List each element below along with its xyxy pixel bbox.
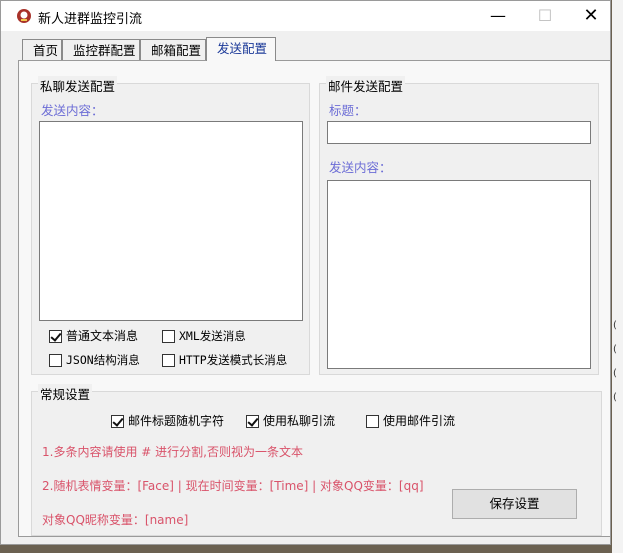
desktop-tick: ( — [613, 392, 617, 403]
title-bar[interactable]: 新人进群监控引流 — ☐ ✕ — [1, 1, 610, 31]
tab-label: 首页 — [33, 43, 59, 58]
tab-monitor-groups[interactable]: 监控群配置 — [62, 39, 140, 60]
checkbox-box — [162, 330, 175, 343]
checkbox-box — [246, 415, 259, 428]
tab-mailbox[interactable]: 邮箱配置 — [140, 39, 206, 60]
hint-variables: 2.随机表情变量：[Face] | 现在时间变量：[Time] | 对象QQ变量… — [42, 479, 424, 493]
checkbox-label: 邮件标题随机字符 — [128, 414, 225, 428]
private-msg-group: 私聊发送配置 发送内容： 普通文本消息 XML发送消息 JSON结构消息 HTT… — [31, 76, 310, 375]
maximize-button[interactable]: ☐ — [522, 1, 568, 31]
minimize-button[interactable]: — — [475, 1, 521, 31]
email-content-label: 发送内容： — [329, 160, 392, 175]
checkbox-box — [49, 330, 62, 343]
group-title: 常规设置 — [38, 384, 93, 403]
checkbox-label: JSON结构消息 — [66, 353, 140, 367]
subject-input[interactable] — [327, 121, 591, 144]
desktop-tick: ( — [613, 368, 617, 379]
checkbox-label: XML发送消息 — [179, 329, 246, 343]
desktop-tick: ( — [613, 320, 617, 331]
private-content-textarea[interactable] — [39, 121, 303, 321]
close-button[interactable]: ✕ — [568, 1, 614, 31]
hint-name-variable: 对象QQ昵称变量：[name] — [42, 513, 189, 527]
app-window: 新人进群监控引流 — ☐ ✕ 首页 监控群配置 邮箱配置 发送配置 私聊发送配置… — [0, 0, 611, 545]
tab-label: 发送配置 — [217, 41, 268, 56]
tab-label: 监控群配置 — [73, 43, 136, 58]
tab-label: 邮箱配置 — [151, 43, 202, 58]
checkbox-label: HTTP发送模式长消息 — [179, 353, 288, 367]
group-title: 邮件发送配置 — [326, 76, 406, 95]
send-config-panel: 私聊发送配置 发送内容： 普通文本消息 XML发送消息 JSON结构消息 HTT… — [18, 60, 611, 537]
email-content-textarea[interactable] — [327, 180, 591, 369]
email-group: 邮件发送配置 标题： 发送内容： — [319, 76, 599, 375]
group-title: 私聊发送配置 — [38, 76, 118, 95]
save-settings-button[interactable]: 保存设置 — [452, 489, 577, 519]
hint-split: 1.多条内容请使用 # 进行分割,否则视为一条文本 — [42, 445, 303, 459]
checkbox-box — [366, 415, 379, 428]
tab-send-config[interactable]: 发送配置 — [206, 37, 276, 61]
window-title: 新人进群监控引流 — [38, 12, 143, 27]
checkbox-label: 普通文本消息 — [66, 329, 139, 343]
checkbox-label: 使用私聊引流 — [263, 414, 336, 428]
checkbox-box — [111, 415, 124, 428]
app-logo-icon — [17, 9, 31, 23]
checkbox-box — [49, 354, 62, 367]
desktop-tick: ( — [613, 344, 617, 355]
tab-home[interactable]: 首页 — [22, 39, 62, 60]
desktop-edge: ( ( ( ( — [612, 0, 623, 553]
content-label: 发送内容： — [41, 103, 104, 118]
checkbox-box — [162, 354, 175, 367]
checkbox-label: 使用邮件引流 — [383, 414, 456, 428]
subject-label: 标题： — [329, 103, 367, 118]
